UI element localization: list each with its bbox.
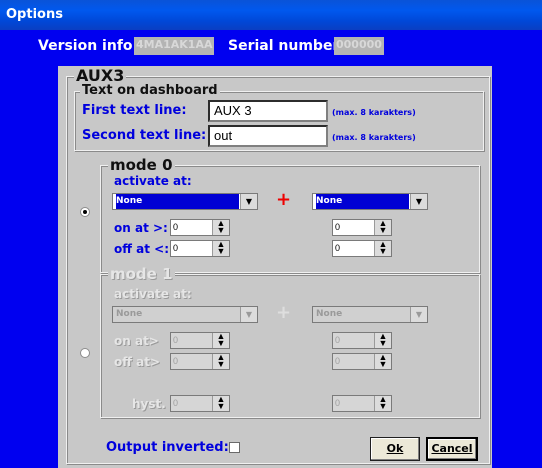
combo-value: None (316, 194, 409, 209)
serial-number-field: 000000 (334, 37, 384, 55)
mode-1-hyst-label: hyst. (132, 397, 166, 411)
ok-button[interactable]: Ok (370, 437, 420, 461)
ok-button-label: Ok (386, 442, 404, 455)
title-bar: Options (0, 0, 542, 30)
text-on-dashboard-title: Text on dashboard (80, 83, 220, 98)
plus-icon: + (276, 189, 292, 210)
spinner-arrows-icon[interactable]: ▲ ▼ (374, 353, 391, 369)
mode-0-activate-combo-left[interactable]: None ▼ (112, 193, 258, 210)
mode-1-on-right-spinner[interactable]: 0 ▲ ▼ (332, 332, 392, 349)
mode-1-hyst-left-spinner[interactable]: 0 ▲ ▼ (170, 395, 230, 412)
spinner-arrows-icon[interactable]: ▲ ▼ (374, 332, 391, 348)
mode-0-on-left-spinner[interactable]: 0 ▲ ▼ (170, 219, 230, 236)
mode-1-activate-combo-left[interactable]: None ▼ (112, 306, 258, 323)
spinner-value: 0 (173, 222, 179, 232)
first-text-line-input[interactable]: AUX 3 (208, 100, 328, 122)
spinner-arrows-icon[interactable]: ▲ ▼ (374, 240, 391, 256)
chevron-down-icon[interactable]: ▼ (240, 194, 257, 209)
version-info-field: 4MA1AK1AA (134, 37, 214, 55)
spinner-value: 0 (335, 356, 341, 366)
mode-1-radio[interactable] (80, 348, 90, 358)
mode-0-activate-label: activate at: (114, 174, 192, 188)
spinner-value: 0 (173, 243, 179, 253)
radio-selected-dot (83, 210, 87, 214)
spinner-arrows-icon[interactable]: ▲ ▼ (212, 395, 229, 411)
mode-1-off-left-spinner[interactable]: 0 ▲ ▼ (170, 353, 230, 370)
serial-number-label: Serial number: (228, 38, 345, 54)
second-text-line-hint: (max. 8 karakters) (332, 133, 416, 142)
combo-value: None (116, 194, 239, 209)
mode-0-on-right-spinner[interactable]: 0 ▲ ▼ (332, 219, 392, 236)
output-inverted-label: Output inverted: (106, 440, 229, 455)
spinner-arrows-icon[interactable]: ▲ ▼ (212, 219, 229, 235)
mode-0-off-label: off at <: (114, 242, 170, 256)
plus-icon: + (276, 302, 292, 323)
spinner-arrows-icon[interactable]: ▲ ▼ (374, 219, 391, 235)
mode-1-title: mode 1 (108, 265, 175, 283)
spinner-arrows-icon[interactable]: ▲ ▼ (212, 240, 229, 256)
mode-1-activate-combo-right[interactable]: None ▼ (312, 306, 428, 323)
spinner-value: 0 (335, 243, 341, 253)
mode-0-on-label: on at >: (114, 221, 168, 235)
combo-value: None (316, 309, 343, 319)
aux-panel: AUX3 Text on dashboard First text line: … (58, 66, 492, 468)
spinner-value: 0 (335, 335, 341, 345)
chevron-down-icon[interactable]: ▼ (410, 307, 427, 322)
second-text-line-label: Second text line: (82, 128, 207, 143)
mode-1-hyst-right-spinner[interactable]: 0 ▲ ▼ (332, 395, 392, 412)
cancel-button[interactable]: Cancel (426, 437, 478, 461)
mode-1-activate-label: activate at: (114, 287, 192, 301)
chevron-down-icon[interactable]: ▼ (240, 307, 257, 322)
spinner-arrows-icon[interactable]: ▲ ▼ (212, 353, 229, 369)
spinner-value: 0 (335, 398, 341, 408)
spinner-value: 0 (335, 222, 341, 232)
mode-1-on-left-spinner[interactable]: 0 ▲ ▼ (170, 332, 230, 349)
first-text-line-hint: (max. 8 karakters) (332, 108, 416, 117)
spinner-value: 0 (173, 335, 179, 345)
spinner-arrows-icon[interactable]: ▲ ▼ (212, 332, 229, 348)
mode-0-activate-combo-right[interactable]: None ▼ (312, 193, 428, 210)
mode-0-off-left-spinner[interactable]: 0 ▲ ▼ (170, 240, 230, 257)
spinner-arrows-icon[interactable]: ▲ ▼ (374, 395, 391, 411)
spinner-value: 0 (173, 398, 179, 408)
chevron-down-icon[interactable]: ▼ (410, 194, 427, 209)
cancel-button-label: Cancel (431, 442, 473, 455)
version-info-label: Version info: (38, 38, 139, 54)
mode-1-off-right-spinner[interactable]: 0 ▲ ▼ (332, 353, 392, 370)
first-text-line-label: First text line: (82, 103, 187, 118)
output-inverted-checkbox[interactable] (229, 442, 240, 453)
mode-0-radio[interactable] (80, 207, 90, 217)
combo-value: None (116, 309, 143, 319)
mode-0-title: mode 0 (108, 156, 175, 174)
mode-1-off-label: off at> (114, 355, 161, 369)
mode-0-off-right-spinner[interactable]: 0 ▲ ▼ (332, 240, 392, 257)
mode-1-on-label: on at> (114, 334, 159, 348)
options-window: Options Version info: 4MA1AK1AA Serial n… (0, 0, 542, 468)
second-text-line-input[interactable]: out (208, 125, 328, 147)
spinner-value: 0 (173, 356, 179, 366)
